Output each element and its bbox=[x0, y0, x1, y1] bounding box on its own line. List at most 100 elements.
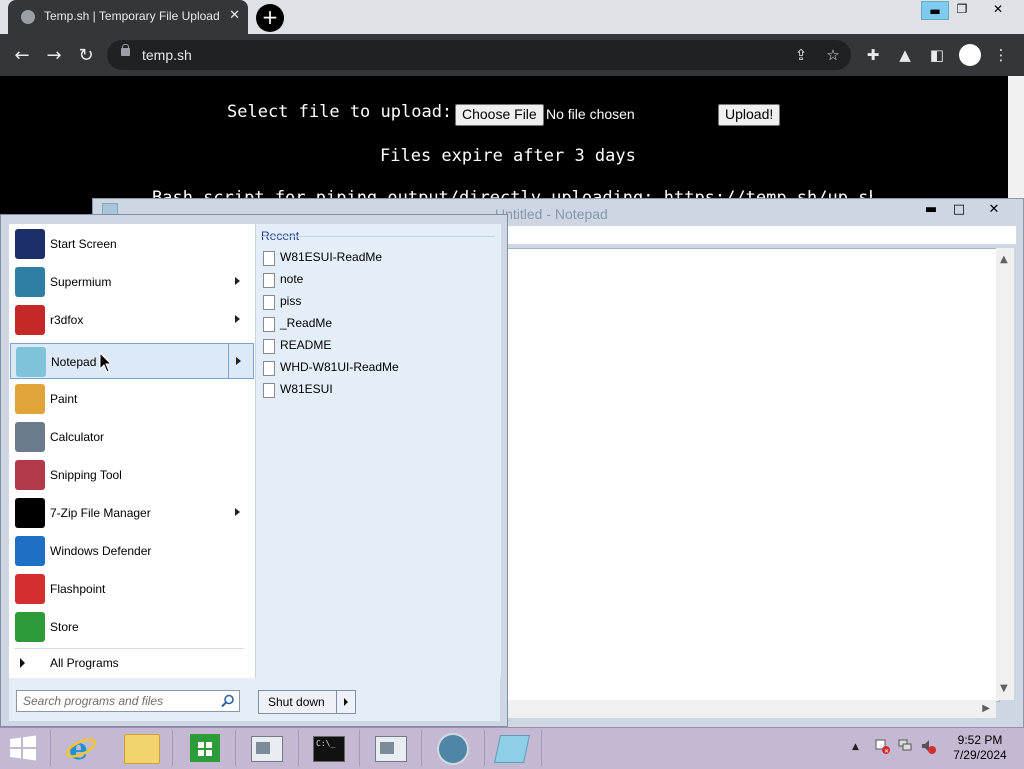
choose-file-button[interactable]: Choose File bbox=[455, 104, 544, 126]
document-icon bbox=[263, 317, 275, 332]
start-program-notepad[interactable]: Notepad bbox=[10, 343, 254, 379]
start-program-windows-defender[interactable]: Windows Defender bbox=[10, 533, 254, 569]
file-explorer-icon[interactable] bbox=[124, 734, 160, 764]
start-program-7-zip-file-manager[interactable]: 7-Zip File Manager bbox=[10, 495, 254, 531]
clock-date: 7/29/2024 bbox=[953, 748, 1007, 762]
notepad-horizontal-scrollbar[interactable]: ▶ bbox=[505, 700, 996, 718]
scroll-right-icon[interactable]: ▶ bbox=[982, 703, 990, 714]
window-close-button[interactable]: ✕ bbox=[978, 0, 1018, 20]
address-bar[interactable] bbox=[107, 40, 851, 70]
shut-down-separator bbox=[336, 691, 337, 713]
taskbar-separator bbox=[421, 730, 422, 766]
notepad-pinned-icon[interactable] bbox=[494, 735, 530, 763]
start-program-supermium[interactable]: Supermium bbox=[10, 264, 254, 300]
select-file-label: Select file to upload: bbox=[227, 102, 453, 122]
start-program-store[interactable]: Store bbox=[10, 609, 254, 645]
taskbar-separator bbox=[359, 730, 360, 766]
notepad-close-button[interactable]: ✕ bbox=[974, 201, 1014, 219]
back-icon[interactable]: ← bbox=[11, 45, 33, 67]
all-programs-arrow-icon[interactable] bbox=[20, 658, 25, 668]
recent-item-label: _ReadMe bbox=[280, 316, 333, 330]
recent-item[interactable]: README bbox=[261, 335, 496, 357]
start-program-flashpoint[interactable]: Flashpoint bbox=[10, 571, 254, 607]
start-program-label: Flashpoint bbox=[50, 582, 106, 596]
start-program-label: Windows Defender bbox=[50, 544, 152, 558]
submenu-arrow-icon[interactable] bbox=[235, 277, 240, 285]
bookmark-star-icon[interactable]: ☆ bbox=[823, 45, 843, 65]
start-program-label: Paint bbox=[50, 392, 78, 406]
labs-flask-icon[interactable]: ▲ bbox=[895, 45, 915, 65]
taskbar-clock[interactable]: 9:52 PM 7/29/2024 bbox=[948, 733, 1012, 763]
recent-item[interactable]: W81ESUI-ReadMe bbox=[261, 247, 496, 269]
share-icon[interactable]: ⇪ bbox=[791, 45, 811, 65]
recent-item[interactable]: WHD-W81UI-ReadMe bbox=[261, 357, 496, 379]
no-file-chosen-text: No file chosen bbox=[546, 106, 635, 122]
recent-item-label: piss bbox=[280, 294, 302, 308]
start-screen-icon bbox=[15, 229, 45, 259]
profile-avatar-icon[interactable] bbox=[959, 44, 981, 66]
7zip-icon bbox=[15, 498, 45, 528]
recent-item-label: W81ESUI bbox=[280, 382, 333, 396]
notepad-vertical-scrollbar[interactable]: ▲ ▼ bbox=[996, 248, 1014, 700]
bash-line-clip: Bash script for piping output/directly u… bbox=[152, 188, 872, 198]
store-icon bbox=[15, 612, 45, 642]
action-center-flag-icon[interactable]: ✕ bbox=[874, 738, 890, 755]
taskbar-separator bbox=[235, 730, 236, 766]
clipped-text-line bbox=[200, 68, 760, 76]
document-icon bbox=[263, 383, 275, 398]
submenu-arrow-icon[interactable] bbox=[236, 357, 241, 365]
recent-item[interactable]: _ReadMe bbox=[261, 313, 496, 335]
window-minimize-button[interactable]: ▬ bbox=[921, 1, 949, 20]
recent-item[interactable]: note bbox=[261, 269, 496, 291]
recent-header-rule bbox=[261, 236, 495, 237]
side-panel-icon[interactable]: ◧ bbox=[927, 45, 947, 65]
supermium-taskbar-icon[interactable] bbox=[437, 733, 469, 765]
new-tab-button[interactable]: + bbox=[256, 4, 284, 32]
shut-down-label[interactable]: Shut down bbox=[268, 695, 325, 709]
document-icon bbox=[263, 251, 275, 266]
extensions-puzzle-icon[interactable]: ✚ bbox=[863, 45, 883, 65]
submenu-arrow-icon[interactable] bbox=[235, 508, 240, 516]
start-program-calculator[interactable]: Calculator bbox=[10, 419, 254, 455]
window-restore-button[interactable]: ❐ bbox=[949, 0, 975, 20]
reload-icon[interactable]: ↻ bbox=[75, 45, 97, 67]
supermium-icon bbox=[15, 267, 45, 297]
lock-icon[interactable] bbox=[121, 48, 130, 56]
notepad-taskbar-icon[interactable] bbox=[251, 736, 283, 762]
menu-kebab-icon[interactable]: ⋮ bbox=[991, 45, 1011, 65]
start-program-label: Calculator bbox=[50, 430, 105, 444]
tab-title: Temp.sh | Temporary File Upload bbox=[44, 9, 220, 23]
start-search-placeholder[interactable]: Search programs and files bbox=[23, 694, 163, 708]
store-taskbar-icon[interactable] bbox=[190, 734, 220, 762]
upload-button[interactable]: Upload! bbox=[718, 104, 781, 126]
taskbar-separator bbox=[298, 730, 299, 766]
search-icon[interactable] bbox=[221, 694, 235, 708]
start-program-paint[interactable]: Paint bbox=[10, 381, 254, 417]
start-program-r3dfox[interactable]: r3dfox bbox=[10, 302, 254, 338]
all-programs-link[interactable]: All Programs bbox=[50, 656, 119, 670]
notepad-maximize-button[interactable]: □ bbox=[945, 201, 973, 219]
notepad-taskbar-icon-2[interactable] bbox=[375, 736, 407, 762]
start-program-start-screen[interactable]: Start Screen bbox=[10, 226, 254, 262]
recent-item[interactable]: piss bbox=[261, 291, 496, 313]
submenu-arrow-icon[interactable] bbox=[235, 315, 240, 323]
internet-explorer-icon[interactable]: e bbox=[64, 732, 98, 767]
browser-tab[interactable]: Temp.sh | Temporary File Upload ✕ bbox=[8, 0, 248, 34]
notepad-minimize-button[interactable]: ▬ bbox=[917, 201, 945, 219]
scroll-down-icon[interactable]: ▼ bbox=[1000, 683, 1008, 694]
volume-muted-icon[interactable] bbox=[920, 738, 936, 754]
url-text[interactable]: temp.sh bbox=[142, 47, 192, 63]
clock-time: 9:52 PM bbox=[957, 733, 1003, 747]
start-program-snipping-tool[interactable]: Snipping Tool bbox=[10, 457, 254, 493]
taskbar-separator bbox=[172, 730, 173, 766]
command-prompt-icon[interactable]: C:\_ bbox=[313, 736, 345, 762]
forward-icon[interactable]: → bbox=[43, 45, 65, 67]
tray-overflow-icon[interactable]: ▲ bbox=[852, 742, 859, 752]
scroll-up-icon[interactable]: ▲ bbox=[1000, 254, 1008, 265]
windows-start-icon[interactable] bbox=[8, 734, 38, 762]
start-program-label: Start Screen bbox=[50, 237, 117, 251]
shut-down-options-arrow-icon[interactable] bbox=[344, 698, 348, 706]
tab-close-icon[interactable]: ✕ bbox=[229, 8, 240, 23]
network-icon[interactable] bbox=[898, 738, 914, 754]
recent-item[interactable]: W81ESUI bbox=[261, 379, 496, 401]
